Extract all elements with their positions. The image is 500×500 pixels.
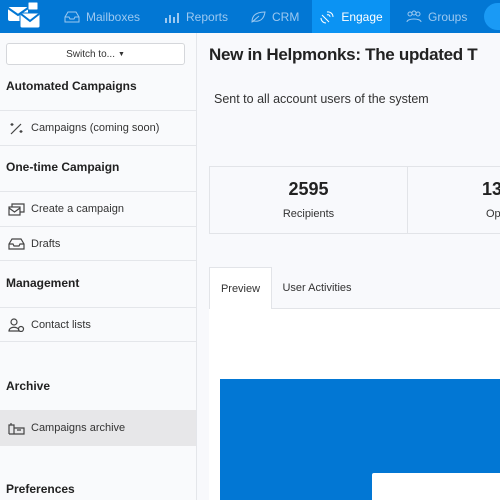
users-icon [406,10,422,22]
nav-engage[interactable]: Engage [312,0,390,33]
item-label: Campaigns (coming soon) [31,122,160,134]
nav-label: Engage [341,9,383,24]
section-preferences: Preferences [6,482,75,496]
nav-label: Reports [186,9,229,24]
nav-groups[interactable]: Groups [406,0,467,33]
caret-down-icon: ▼ [117,50,125,58]
tab-user-activities[interactable]: User Activities [272,267,362,309]
stat-recipients: 2595 Recipients [209,166,408,234]
create-campaign-icon [8,203,25,216]
email-content-card [372,473,500,500]
user-menu-button[interactable] [484,3,500,30]
stat-value: 2595 [288,179,329,199]
bar-chart-icon [165,12,179,23]
logo-icon[interactable] [4,1,44,33]
item-label: Campaigns archive [31,422,126,434]
top-nav: Mailboxes Reports CRM Engage Groups [0,0,500,33]
page-title: New in Helpmonks: The updated T [209,45,478,64]
inbox-icon [64,11,80,22]
sidebar: Switch to... ▼ Automated Campaigns Campai… [0,33,197,500]
divider [0,145,196,146]
sidebar-item-contact-lists[interactable]: Contact lists [0,308,196,342]
nav-mailboxes[interactable]: Mailboxes [64,0,140,33]
switch-to-dropdown[interactable]: Switch to... ▼ [6,43,185,65]
item-label: Create a campaign [31,203,124,215]
leaf-icon [251,10,266,23]
section-one-time-campaign: One-time Campaign [6,160,120,174]
item-label: Drafts [31,238,61,250]
section-management: Management [6,276,80,290]
tab-preview[interactable]: Preview [209,267,272,310]
satellite-icon [320,10,334,23]
nav-reports[interactable]: Reports [164,0,228,33]
archive-icon [8,423,25,435]
section-archive: Archive [6,379,51,393]
section-automated-campaigns: Automated Campaigns [6,79,137,93]
sidebar-item-campaigns[interactable]: Campaigns (coming soon) [0,111,196,145]
tabs: Preview User Activities [209,267,500,310]
nav-label: Mailboxes [86,9,141,24]
sidebar-item-drafts[interactable]: Drafts [0,227,196,261]
sidebar-item-campaigns-archive[interactable]: Campaigns archive [0,410,196,446]
campaign-subtitle: Sent to all account users of the system [214,92,429,106]
stat-opens: 13 Op [407,166,500,234]
contact-list-icon [8,318,25,332]
sidebar-item-create-campaign[interactable]: Create a campaign [0,192,196,226]
nav-label: CRM [272,9,300,24]
item-label: Contact lists [31,319,91,331]
stat-label: Recipients [282,208,335,220]
switch-label: Switch to... [66,48,115,60]
divider [0,341,196,342]
inbox-icon [8,238,25,250]
nav-label: Groups [428,9,468,24]
nav-crm[interactable]: CRM [250,0,299,33]
stat-value: 13 [482,179,500,199]
magic-wand-icon [10,123,23,135]
divider [0,260,196,261]
stat-label: Op [486,208,500,220]
